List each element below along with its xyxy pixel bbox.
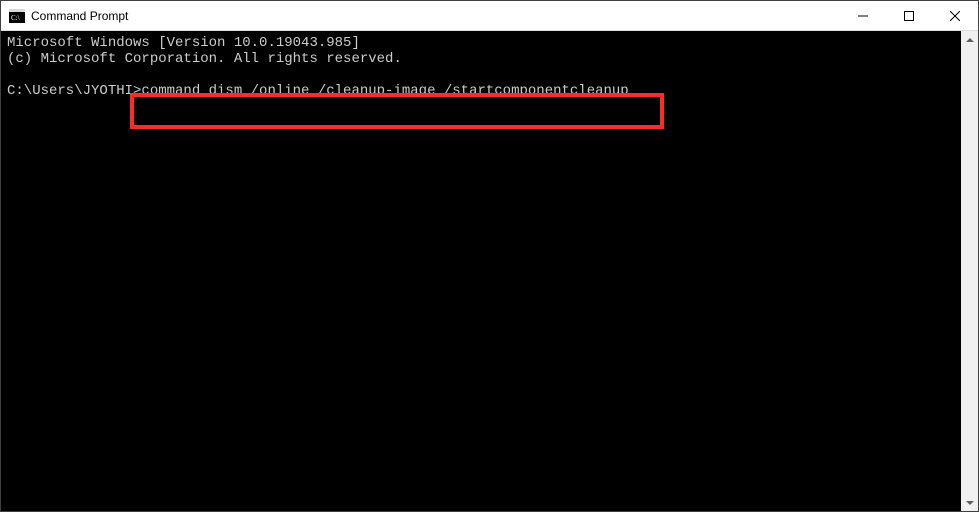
vertical-scrollbar[interactable] — [961, 31, 978, 511]
terminal-command-input[interactable]: command dism /online /cleanup-image /sta… — [141, 83, 628, 99]
window-titlebar[interactable]: C:\ Command Prompt — [1, 1, 978, 31]
scroll-down-arrow-icon[interactable] — [961, 494, 978, 511]
terminal-output[interactable]: Microsoft Windows [Version 10.0.19043.98… — [1, 31, 961, 511]
minimize-button[interactable] — [840, 1, 886, 30]
terminal-line-copyright: (c) Microsoft Corporation. All rights re… — [7, 51, 402, 67]
terminal-line-version: Microsoft Windows [Version 10.0.19043.98… — [7, 35, 360, 51]
svg-text:C:\: C:\ — [11, 14, 20, 22]
cmd-prompt-icon: C:\ — [9, 9, 25, 23]
window-controls — [840, 1, 978, 30]
close-button[interactable] — [932, 1, 978, 30]
maximize-button[interactable] — [886, 1, 932, 30]
terminal-area: Microsoft Windows [Version 10.0.19043.98… — [1, 31, 978, 511]
terminal-prompt: C:\Users\JYOTHI> — [7, 83, 141, 99]
scroll-up-arrow-icon[interactable] — [961, 31, 978, 48]
window-title: Command Prompt — [31, 9, 840, 23]
